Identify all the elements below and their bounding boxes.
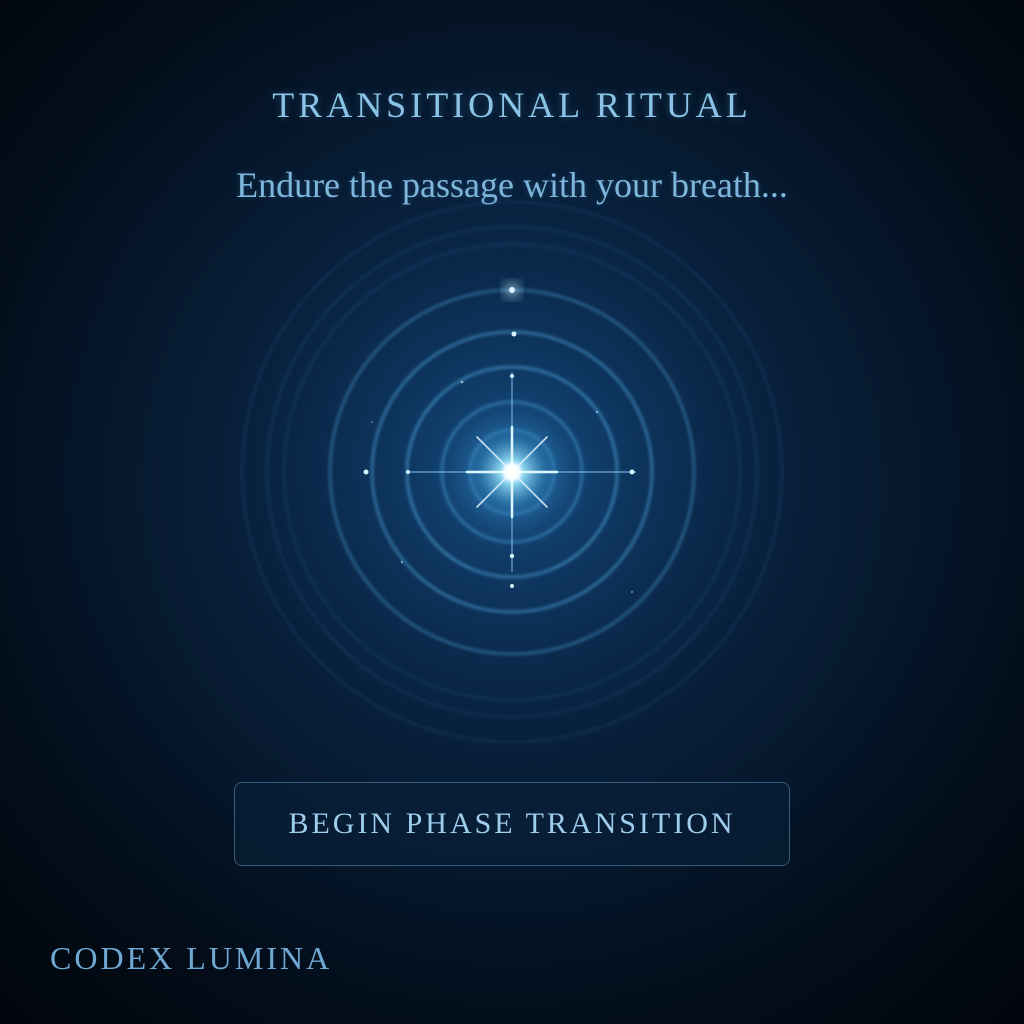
begin-phase-transition-button[interactable]: BEGIN PHASE TRANSITION <box>234 782 790 866</box>
star-core <box>503 463 521 481</box>
page-title: TRANSITIONAL RITUAL <box>272 85 752 125</box>
concentric-rings-star-icon <box>222 182 802 762</box>
brand-label: CODEX LUMINA <box>50 940 333 976</box>
